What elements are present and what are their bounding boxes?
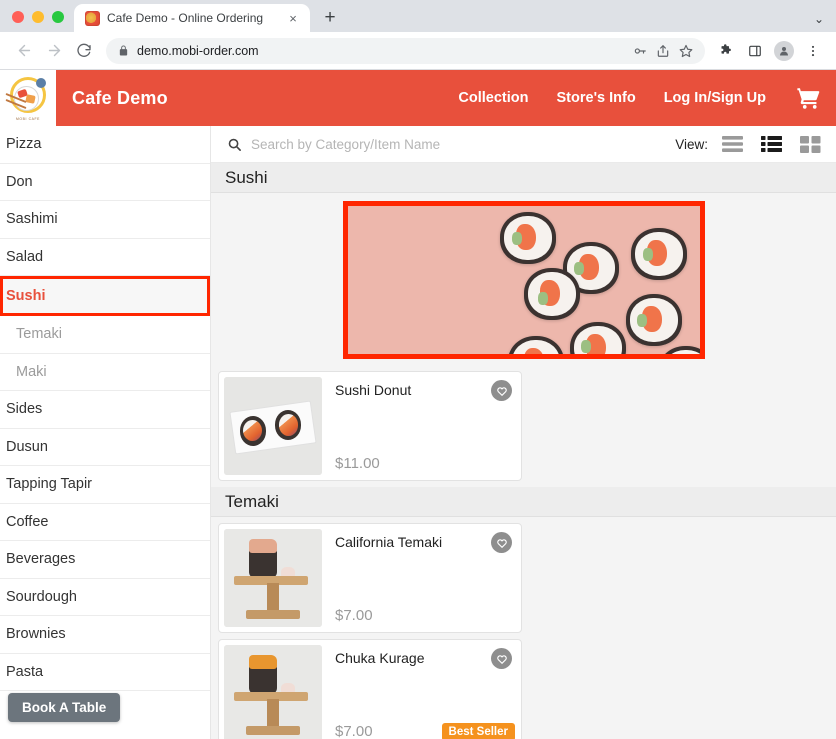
view-label: View:	[675, 136, 708, 152]
banner-wrap	[211, 193, 836, 365]
menu-main-panel: Search by Category/Item Name View: Sushi…	[211, 126, 836, 739]
site-header: MOBI CAFE Cafe Demo Collection Store's I…	[0, 70, 836, 126]
browser-menu-icon[interactable]	[800, 38, 826, 64]
product-price: $7.00	[335, 607, 373, 624]
sidebar-item-don[interactable]: Don	[0, 164, 210, 201]
nav-collection[interactable]: Collection	[458, 90, 528, 106]
logo-nigiri-b	[25, 94, 36, 104]
nav-stores-info[interactable]: Store's Info	[557, 90, 636, 106]
sidebar-item-sushi[interactable]: Sushi	[0, 276, 210, 316]
temaki-items-grid: California Temaki $7.00 Chuka Kurage $7.	[211, 517, 836, 739]
sidebar-item-sourdough[interactable]: Sourdough	[0, 579, 210, 616]
favorite-heart-icon[interactable]	[491, 380, 512, 401]
tab-title: Cafe Demo - Online Ordering	[107, 11, 264, 25]
product-card[interactable]: California Temaki $7.00	[218, 523, 522, 633]
sidebar-item-pizza[interactable]: Pizza	[0, 126, 210, 164]
section-header-sushi: Sushi	[211, 163, 836, 193]
view-toggles	[721, 134, 822, 154]
browser-toolbar: demo.mobi-order.com	[0, 32, 836, 70]
brand-logo-icon[interactable]: MOBI CAFE	[0, 70, 56, 126]
close-icon[interactable]: ×	[285, 10, 301, 26]
url-text: demo.mobi-order.com	[137, 43, 259, 58]
search-input[interactable]: Search by Category/Item Name	[251, 137, 675, 152]
list-view-icon[interactable]	[721, 134, 744, 154]
book-a-table-button[interactable]: Book A Table	[8, 693, 121, 722]
chevron-down-icon[interactable]: ⌄	[814, 12, 824, 26]
sidebar-item-salad[interactable]: Salad	[0, 239, 210, 276]
product-price: $11.00	[335, 455, 380, 472]
back-icon[interactable]	[10, 37, 38, 65]
product-name: Sushi Donut	[335, 382, 412, 398]
sidebar-item-coffee[interactable]: Coffee	[0, 504, 210, 541]
profile-avatar[interactable]	[771, 38, 797, 64]
brand-name: Cafe Demo	[72, 87, 168, 108]
sushi-banner-image[interactable]	[342, 201, 705, 359]
favorite-heart-icon[interactable]	[491, 532, 512, 553]
section-header-temaki: Temaki	[211, 487, 836, 517]
sushi-items-grid: Sushi Donut $11.00	[211, 365, 836, 481]
grid-view-icon[interactable]	[799, 134, 822, 154]
status-badge: Best Seller	[441, 723, 515, 739]
side-panel-icon[interactable]	[742, 38, 768, 64]
product-thumbnail	[224, 377, 322, 475]
category-sidebar: Pizza Don Sashimi Salad Sushi Temaki Mak…	[0, 126, 211, 739]
product-name: Chuka Kurage	[335, 650, 425, 666]
sidebar-item-tapping-tapir[interactable]: Tapping Tapir	[0, 466, 210, 504]
product-name: California Temaki	[335, 534, 443, 550]
browser-tab[interactable]: Cafe Demo - Online Ordering ×	[74, 4, 310, 32]
favorite-heart-icon[interactable]	[491, 648, 512, 669]
sidebar-item-dusun[interactable]: Dusun	[0, 429, 210, 466]
forward-icon[interactable]	[40, 37, 68, 65]
detail-view-icon[interactable]	[760, 134, 783, 154]
logo-caption: MOBI CAFE	[15, 117, 41, 121]
sidebar-item-beverages[interactable]: Beverages	[0, 541, 210, 579]
search-row: Search by Category/Item Name View:	[211, 126, 836, 163]
sidebar-item-maki[interactable]: Maki	[0, 354, 210, 391]
address-bar[interactable]: demo.mobi-order.com	[106, 37, 705, 64]
sidebar-item-temaki[interactable]: Temaki	[0, 316, 210, 354]
sidebar-item-sides[interactable]: Sides	[0, 391, 210, 429]
header-nav: Collection Store's Info Log In/Sign Up	[458, 85, 836, 111]
page-body: Pizza Don Sashimi Salad Sushi Temaki Mak…	[0, 126, 836, 739]
key-icon[interactable]	[633, 44, 647, 58]
favicon-icon	[85, 10, 100, 26]
browser-tab-bar: Cafe Demo - Online Ordering × + ⌄	[0, 0, 836, 32]
extensions-puzzle-icon[interactable]	[713, 38, 739, 64]
logo-badge-dot	[36, 78, 46, 88]
minimize-window-button[interactable]	[32, 11, 44, 23]
search-icon	[227, 137, 242, 152]
share-icon[interactable]	[656, 44, 670, 58]
window-traffic-lights	[0, 11, 74, 32]
product-card[interactable]: Chuka Kurage $7.00 Best Seller	[218, 639, 522, 739]
maximize-window-button[interactable]	[52, 11, 64, 23]
new-tab-button[interactable]: +	[316, 4, 344, 32]
product-thumbnail	[224, 529, 322, 627]
bookmark-star-icon[interactable]	[679, 44, 693, 58]
product-thumbnail	[224, 645, 322, 739]
close-window-button[interactable]	[12, 11, 24, 23]
lock-icon	[118, 45, 129, 56]
sidebar-item-brownies[interactable]: Brownies	[0, 616, 210, 654]
product-card[interactable]: Sushi Donut $11.00	[218, 371, 522, 481]
sidebar-item-pasta[interactable]: Pasta	[0, 654, 210, 691]
nav-login-signup[interactable]: Log In/Sign Up	[664, 90, 766, 106]
shopping-cart-icon[interactable]	[794, 85, 822, 111]
reload-icon[interactable]	[70, 37, 98, 65]
sidebar-item-sashimi[interactable]: Sashimi	[0, 201, 210, 239]
